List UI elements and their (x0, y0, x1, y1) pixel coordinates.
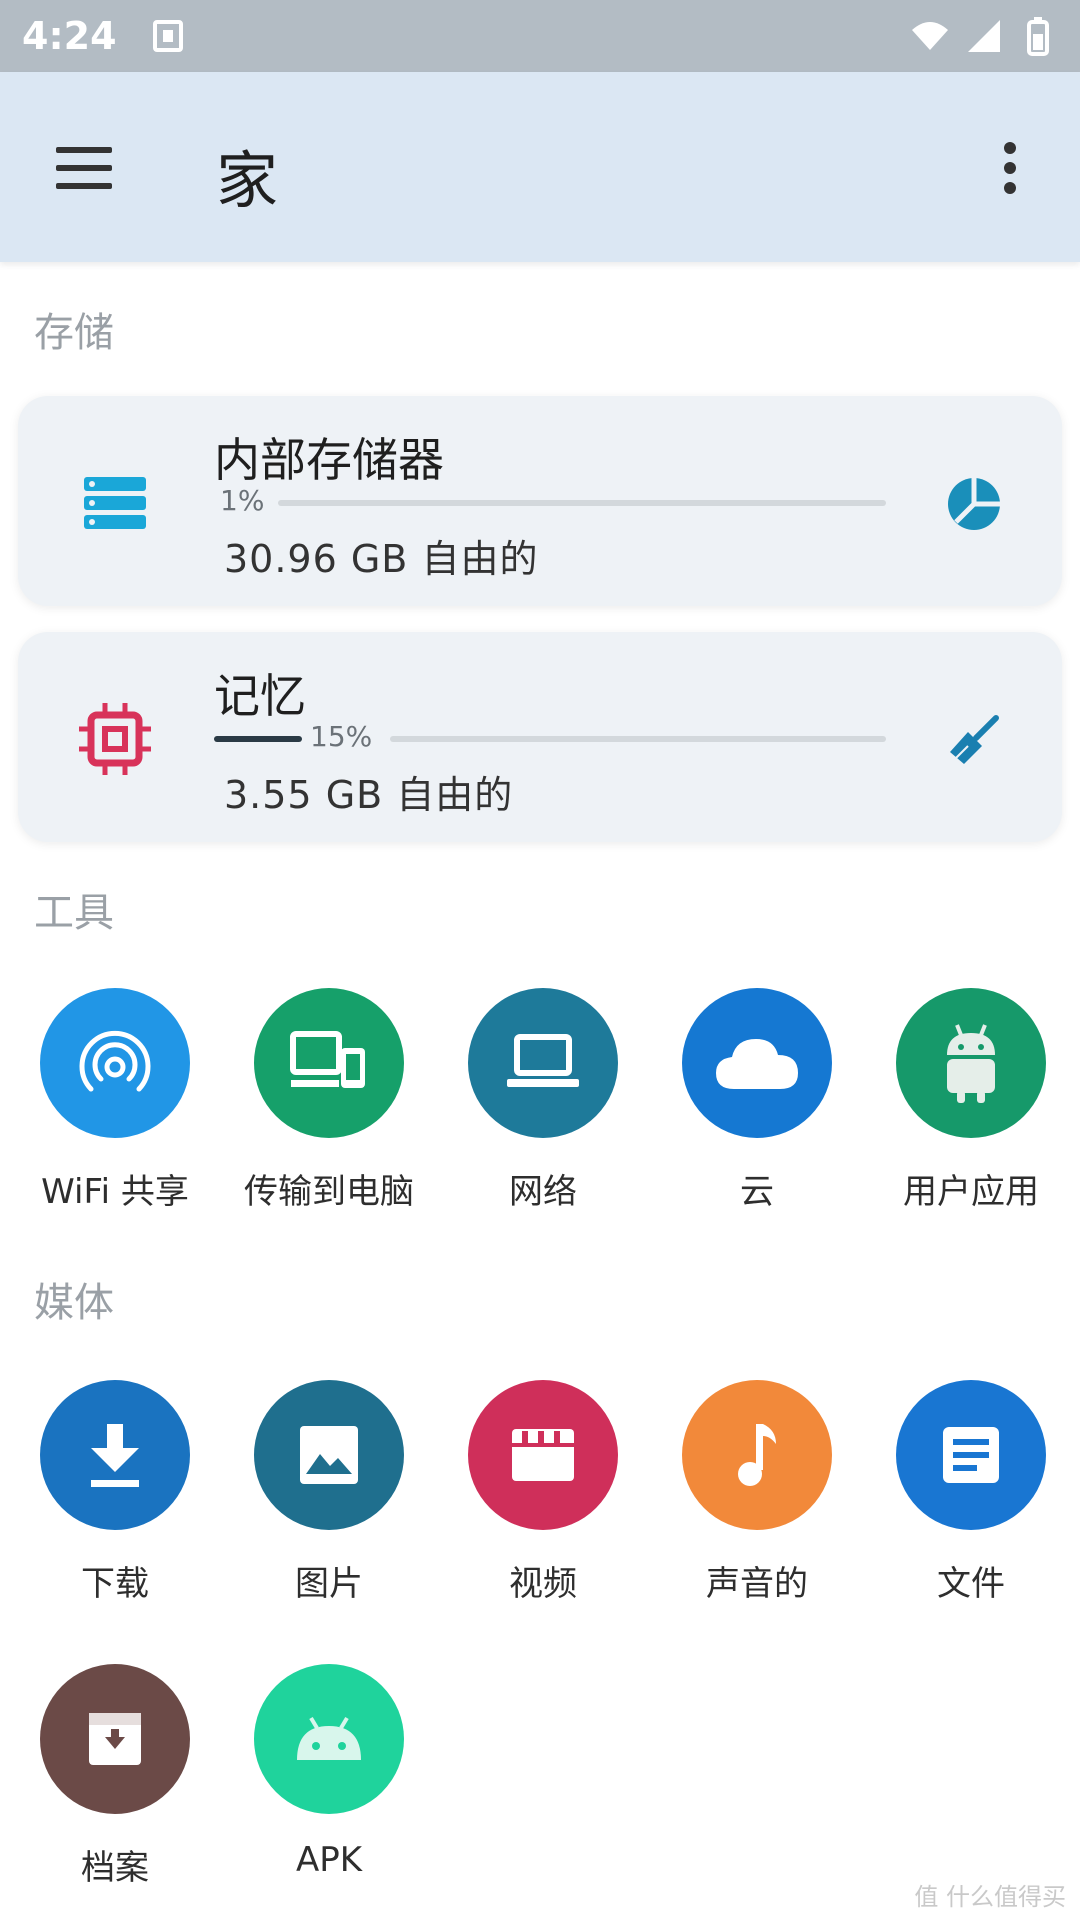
watermark: 值 什么值得买 (914, 1883, 1066, 1911)
status-time: 4:24 (22, 14, 117, 58)
tool-cloud[interactable]: 云 (650, 988, 864, 1213)
memory-card[interactable]: 记忆 15% 3.55 GB 自由的 (18, 632, 1062, 842)
broom-clean-icon[interactable] (942, 708, 1006, 772)
memory-free: 3.55 GB 自由的 (224, 773, 514, 817)
memory-progress-track (390, 736, 886, 742)
storage-percent: 1% (220, 484, 265, 517)
devices-icon (254, 988, 404, 1138)
more-vertical-icon (1004, 142, 1016, 194)
storage-card-internal[interactable]: 内部存储器 1% 30.96 GB 自由的 (18, 396, 1062, 606)
pie-chart-icon[interactable] (942, 472, 1006, 536)
battery-icon (1027, 17, 1049, 56)
memory-progress-fill (214, 736, 302, 742)
media-videos[interactable]: 视频 (436, 1380, 650, 1605)
tool-user-apps[interactable]: 用户应用 (864, 988, 1078, 1213)
download-icon (40, 1380, 190, 1530)
android-icon (896, 988, 1046, 1138)
notification-icon (152, 20, 183, 52)
more-options-button[interactable] (974, 132, 1046, 204)
tool-network[interactable]: 网络 (436, 988, 650, 1213)
laptop-icon (468, 988, 618, 1138)
tool-label: 用户应用 (903, 1172, 1039, 1212)
cloud-icon (682, 988, 832, 1138)
memory-percent: 15% (310, 720, 373, 753)
memory-chip-icon (70, 694, 160, 784)
wifi-icon (912, 22, 948, 50)
video-icon (468, 1380, 618, 1530)
media-label: 声音的 (706, 1564, 808, 1604)
media-archives[interactable]: 档案 (8, 1664, 222, 1889)
tool-label: 网络 (509, 1172, 577, 1212)
media-label: APK (295, 1840, 363, 1880)
media-label: 图片 (295, 1564, 363, 1604)
media-label: 视频 (509, 1564, 577, 1604)
storage-icon (70, 458, 160, 548)
section-media-heading: 媒体 (34, 1280, 114, 1326)
tool-label: 云 (740, 1172, 774, 1212)
media-label: 文件 (937, 1564, 1005, 1604)
tool-transfer-to-pc[interactable]: 传输到电脑 (222, 988, 436, 1213)
image-icon (254, 1380, 404, 1530)
media-apk[interactable]: APK (222, 1664, 436, 1880)
media-images[interactable]: 图片 (222, 1380, 436, 1605)
section-storage-heading: 存储 (34, 310, 114, 356)
section-tools-heading: 工具 (34, 890, 114, 936)
status-bar: 4:24 (0, 0, 1080, 72)
signal-icon (968, 20, 1000, 52)
storage-name: 内部存储器 (214, 433, 444, 487)
android-apk-icon (254, 1664, 404, 1814)
media-documents[interactable]: 文件 (864, 1380, 1078, 1605)
status-icons (910, 16, 1058, 56)
tool-label: 传输到电脑 (244, 1172, 414, 1212)
media-label: 档案 (81, 1848, 149, 1888)
document-icon (896, 1380, 1046, 1530)
tool-wifi-share[interactable]: WiFi 共享 (8, 988, 222, 1213)
app-bar: 家 (0, 72, 1080, 262)
archive-icon (40, 1664, 190, 1814)
storage-progress-track (278, 500, 886, 506)
storage-free: 30.96 GB 自由的 (224, 537, 539, 581)
media-audio[interactable]: 声音的 (650, 1380, 864, 1605)
hamburger-menu-icon (56, 147, 112, 189)
media-label: 下载 (81, 1564, 149, 1604)
tool-label: WiFi 共享 (41, 1172, 189, 1212)
wifi-share-icon (40, 988, 190, 1138)
page-title: 家 (216, 144, 279, 217)
memory-name: 记忆 (214, 669, 306, 723)
music-icon (682, 1380, 832, 1530)
menu-button[interactable] (48, 132, 120, 204)
media-downloads[interactable]: 下载 (8, 1380, 222, 1605)
